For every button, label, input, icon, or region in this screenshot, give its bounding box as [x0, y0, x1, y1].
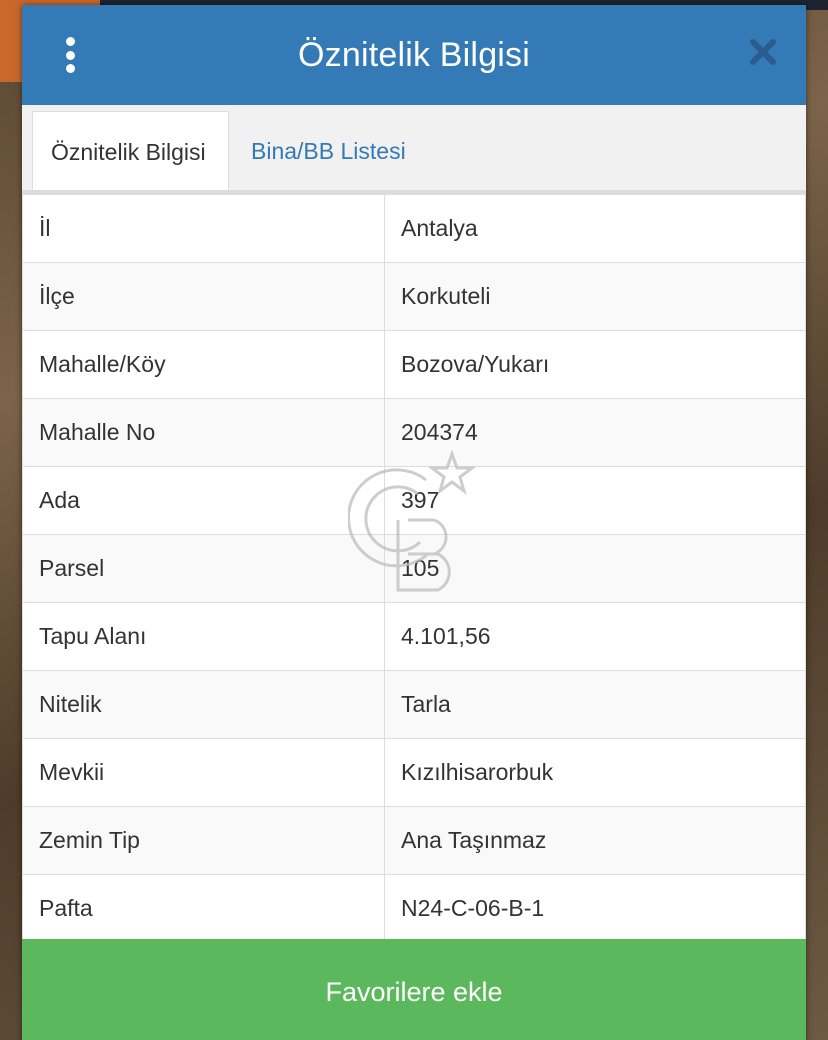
attribute-key: Ada — [22, 466, 385, 535]
attribute-key: Zemin Tip — [22, 806, 385, 875]
attribute-value: Antalya — [384, 194, 806, 263]
attribute-value: 105 — [384, 534, 806, 603]
attribute-key: Nitelik — [22, 670, 385, 739]
table-row: Nitelik Tarla — [22, 670, 806, 739]
table-row: İlçe Korkuteli — [22, 262, 806, 331]
attribute-value: N24-C-06-B-1 — [384, 874, 806, 943]
attribute-table: İl Antalya İlçe Korkuteli Mahalle/Köy Bo… — [22, 194, 806, 943]
attribute-key: Mevkii — [22, 738, 385, 807]
tab-attribute-info[interactable]: Öznitelik Bilgisi — [32, 111, 229, 192]
table-row: İl Antalya — [22, 194, 806, 263]
attribute-key: Mahalle/Köy — [22, 330, 385, 399]
attribute-key: Parsel — [22, 534, 385, 603]
attribute-value: Bozova/Yukarı — [384, 330, 806, 399]
attribute-key: İlçe — [22, 262, 385, 331]
attribute-value: Tarla — [384, 670, 806, 739]
attribute-value: 204374 — [384, 398, 806, 467]
table-row: Pafta N24-C-06-B-1 — [22, 874, 806, 943]
table-row: Zemin Tip Ana Taşınmaz — [22, 806, 806, 875]
attribute-value: Korkuteli — [384, 262, 806, 331]
kebab-menu-icon[interactable] — [62, 37, 78, 73]
attribute-key: Mahalle No — [22, 398, 385, 467]
dialog-header: Öznitelik Bilgisi — [22, 5, 806, 105]
table-row: Ada 397 — [22, 466, 806, 535]
attribute-value: 4.101,56 — [384, 602, 806, 671]
attribute-key: İl — [22, 194, 385, 263]
attribute-info-dialog: Öznitelik Bilgisi Öznitelik Bilgisi Bina… — [22, 5, 806, 1040]
table-row: Tapu Alanı 4.101,56 — [22, 602, 806, 671]
close-icon[interactable] — [746, 35, 780, 69]
add-to-favorites-button[interactable]: Favorilere ekle — [22, 939, 806, 1040]
table-row: Mahalle/Köy Bozova/Yukarı — [22, 330, 806, 399]
table-row: Mevkii Kızılhisarorbuk — [22, 738, 806, 807]
table-row: Mahalle No 204374 — [22, 398, 806, 467]
attribute-value: Ana Taşınmaz — [384, 806, 806, 875]
attribute-key: Pafta — [22, 874, 385, 943]
tab-bar: Öznitelik Bilgisi Bina/BB Listesi — [22, 105, 806, 194]
attribute-key: Tapu Alanı — [22, 602, 385, 671]
attribute-value: 397 — [384, 466, 806, 535]
tab-building-list[interactable]: Bina/BB Listesi — [233, 111, 424, 192]
dialog-title: Öznitelik Bilgisi — [297, 35, 531, 74]
table-row: Parsel 105 — [22, 534, 806, 603]
attribute-table-container: İl Antalya İlçe Korkuteli Mahalle/Köy Bo… — [22, 194, 806, 943]
attribute-value: Kızılhisarorbuk — [384, 738, 806, 807]
